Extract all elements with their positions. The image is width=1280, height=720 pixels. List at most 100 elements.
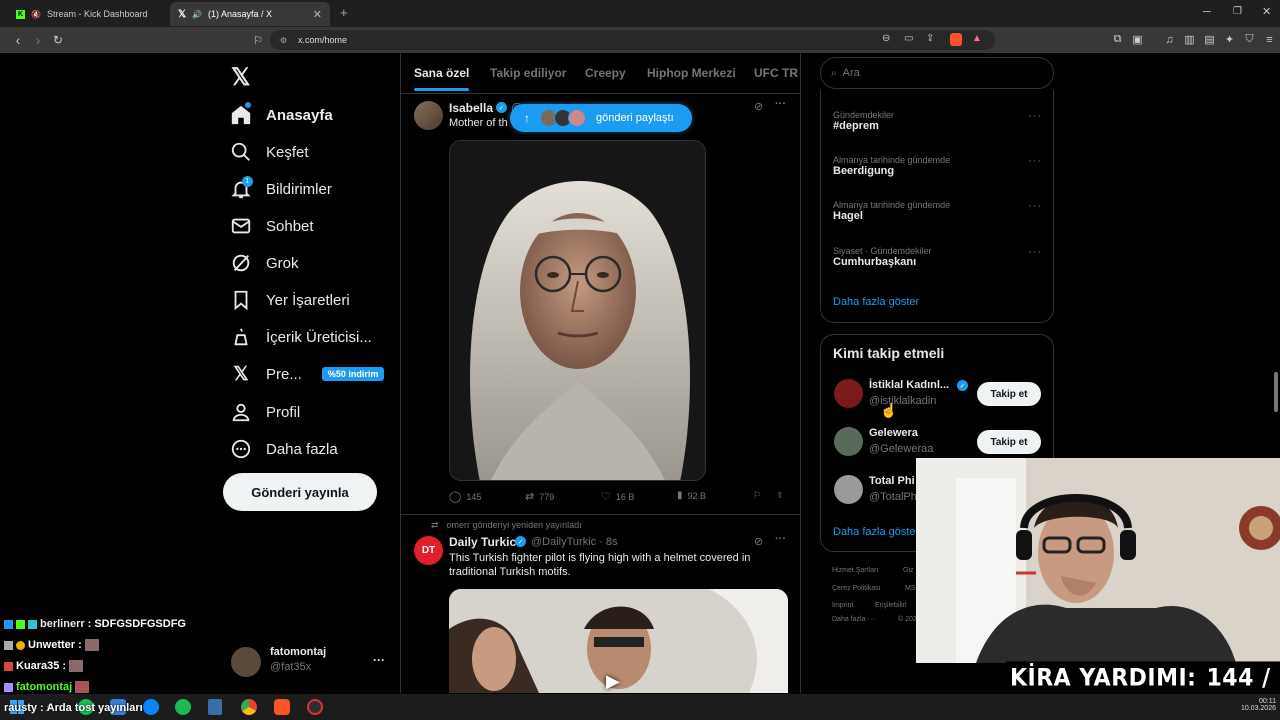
sidebar-item-grok[interactable]: Grok <box>230 248 299 278</box>
reply-button[interactable]: ◯ 145 <box>449 490 481 503</box>
brave-icon[interactable] <box>274 699 290 715</box>
sidebar-item-bookmarks[interactable]: Yer İşaretleri <box>230 285 350 315</box>
sidebar-item-creator[interactable]: İçerik Üreticisi... <box>230 322 372 352</box>
obs-icon[interactable] <box>307 699 323 715</box>
post-video[interactable]: ▶ <box>449 589 788 693</box>
trend-item[interactable]: Siyaset · Gündemdekiler Cumhurbaşkanı <box>833 246 932 268</box>
extensions-icon[interactable]: ⧉ <box>1111 33 1124 46</box>
post-isabella[interactable]: Isabella ✓ @ Mother of th ⊘ ··· <box>401 94 800 514</box>
sidebar-item-messages[interactable]: Sohbet <box>230 211 314 241</box>
footer-link[interactable]: Hizmet Şartları <box>832 567 878 574</box>
follow-button[interactable]: Takip et <box>977 382 1041 406</box>
x-premium-icon: 𝕏 <box>233 363 249 385</box>
show-more-link[interactable]: Daha fazla göste <box>833 526 916 538</box>
play-icon[interactable]: ▶ <box>606 671 620 692</box>
follow-suggestion[interactable]: İstiklal Kadınl... ✓ @istiklalkadin Taki… <box>821 375 1053 419</box>
post-handle: @DailyTurkic · 8s <box>531 536 618 548</box>
taskbar-notepad-icon[interactable] <box>208 699 222 715</box>
repost-button[interactable]: ⇄ 779 <box>525 490 554 503</box>
more-horizontal-icon[interactable]: ··· <box>373 653 385 667</box>
new-tab-button[interactable]: + <box>340 5 348 20</box>
site-info-icon[interactable]: ⚙ <box>280 36 287 45</box>
vpn-icon[interactable]: ⛉ <box>1243 33 1256 46</box>
taskbar-edge-icon[interactable] <box>143 699 159 715</box>
trend-item[interactable]: Gündemdekiler #deprem <box>833 110 894 132</box>
music-icon[interactable]: ♫ <box>1163 33 1176 46</box>
like-button[interactable]: ♡ 16 B <box>601 490 634 503</box>
tab-creepy[interactable]: Creepy <box>585 53 626 93</box>
bookmark-page-icon[interactable]: ⚐ <box>250 32 266 48</box>
grok-post-icon[interactable]: ⊘ <box>754 535 763 548</box>
sidebar-item-premium[interactable]: 𝕏 Pre... %50 indirim <box>230 359 385 389</box>
leo-ai-icon[interactable]: ✦ <box>1223 33 1236 46</box>
user-name: Gelewera <box>869 427 918 439</box>
sidebar-toggle-icon[interactable]: ▥ <box>1183 33 1196 46</box>
sidebar-item-explore[interactable]: Keşfet <box>230 137 309 167</box>
post-daily-turkic[interactable]: ⇄ omerr gönderiyi yeniden yayınladı DT D… <box>401 515 800 693</box>
feed-column: Sana özel Takip ediliyor Creepy Hiphop M… <box>400 53 801 693</box>
post-author[interactable]: Daily Turkic <box>449 535 516 549</box>
minimize-button[interactable]: ─ <box>1203 6 1211 18</box>
close-tab-icon[interactable]: ✕ <box>313 8 322 21</box>
brave-shield-icon[interactable] <box>950 33 962 46</box>
search-input[interactable]: ⌕ Ara <box>820 57 1054 89</box>
post-more-icon[interactable]: ··· <box>775 98 786 110</box>
footer-link[interactable]: MS <box>905 585 916 592</box>
clock[interactable]: 00:11 10.03.2026 <box>1232 698 1276 712</box>
bookmark-post-icon[interactable]: ⚐ <box>753 490 761 501</box>
menu-icon[interactable]: ≡ <box>1263 33 1276 46</box>
browser-tab-bar: K 🔇 Stream - Kick Dashboard 𝕏 🔊 (1) Anas… <box>0 0 1280 27</box>
account-switcher[interactable]: fatomontaj @fat35x ··· <box>231 645 401 679</box>
footer-link[interactable]: Imprint <box>832 602 853 609</box>
trend-more-icon[interactable]: ··· <box>1028 246 1042 258</box>
post-more-icon[interactable]: ··· <box>775 533 786 545</box>
trend-more-icon[interactable]: ··· <box>1028 200 1042 212</box>
chrome-icon[interactable] <box>241 699 257 715</box>
tab-hiphop[interactable]: Hiphop Merkezi <box>647 53 736 93</box>
footer-link[interactable]: Erişilebilirl <box>875 602 907 609</box>
spotify-icon[interactable] <box>175 699 191 715</box>
cast-icon[interactable]: ▭ <box>904 33 913 44</box>
trend-item[interactable]: Almanya tarihinde gündemde Hagel <box>833 200 950 222</box>
tab-for-you[interactable]: Sana özel <box>414 53 470 93</box>
url-field[interactable]: ⚙ x.com/home ⊖ ▭ ⇪ ▲ <box>270 30 995 50</box>
close-window-button[interactable]: ✕ <box>1262 5 1271 18</box>
sidebar-item-profile[interactable]: Profil <box>230 397 300 427</box>
post-image[interactable] <box>449 140 706 481</box>
tab-ufc-tr[interactable]: UFC TR <box>754 53 798 93</box>
reload-icon[interactable]: ↻ <box>50 32 66 48</box>
sidebar-item-label: Pre... <box>266 365 302 383</box>
repost-icon: ⇄ <box>525 491 535 503</box>
forward-icon[interactable]: › <box>30 32 46 48</box>
share-post-icon[interactable]: ⇪ <box>776 490 784 501</box>
url-text: x.com/home <box>298 35 348 45</box>
views-button[interactable]: ▮ 92 B <box>677 490 706 501</box>
back-icon[interactable]: ‹ <box>10 32 26 48</box>
x-logo-icon[interactable]: 𝕏 <box>231 63 250 92</box>
footer-link[interactable]: Çerez Politikası <box>832 585 881 592</box>
sidebar-item-notifications[interactable]: Bildirimler 1 <box>230 174 332 204</box>
wallet-icon[interactable]: ▤ <box>1203 33 1216 46</box>
footer-link[interactable]: Daha fazla ··· <box>832 616 874 623</box>
sidebar-item-more[interactable]: Daha fazla <box>230 434 338 464</box>
follow-button[interactable]: Takip et <box>977 430 1041 454</box>
footer-link[interactable]: Giz <box>903 567 914 574</box>
post-button[interactable]: Gönderi yayınla <box>223 473 377 511</box>
tab-kick-dashboard[interactable]: K 🔇 Stream - Kick Dashboard <box>8 2 168 26</box>
post-author[interactable]: Isabella <box>449 101 493 115</box>
maximize-button[interactable]: ❐ <box>1233 6 1242 17</box>
grok-post-icon[interactable]: ⊘ <box>754 100 763 113</box>
trend-item[interactable]: Almanya tarihinde gündemde Beerdigung <box>833 155 950 177</box>
tab-following[interactable]: Takip ediliyor <box>490 53 566 93</box>
sidebar-item-home[interactable]: Anasayfa <box>230 100 333 130</box>
new-posts-toast[interactable]: ↑ gönderi paylaştı <box>510 104 692 132</box>
trend-more-icon[interactable]: ··· <box>1028 110 1042 122</box>
tab-x-home[interactable]: 𝕏 🔊 (1) Anasayfa / X ✕ <box>170 2 330 26</box>
media-icon[interactable]: ▣ <box>1131 33 1144 46</box>
brave-rewards-icon[interactable]: ▲ <box>972 33 982 44</box>
share-icon[interactable]: ⇪ <box>926 33 934 44</box>
trend-more-icon[interactable]: ··· <box>1028 155 1042 167</box>
show-more-link[interactable]: Daha fazla göster <box>833 296 919 308</box>
zoom-icon[interactable]: ⊖ <box>882 33 890 44</box>
scrollbar-thumb[interactable] <box>1274 372 1278 412</box>
